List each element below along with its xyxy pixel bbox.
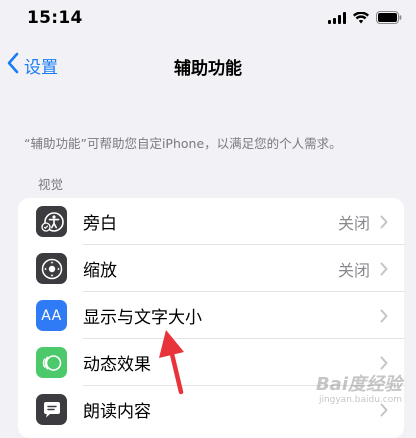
row-label: 旁白 — [83, 214, 117, 234]
row-label: 显示与文字大小 — [83, 308, 202, 328]
status-time: 15:14 — [27, 8, 83, 28]
chevron-right-icon — [380, 261, 388, 280]
row-value: 关闭 — [337, 213, 370, 233]
watermark-logo-text: Bai度经验 — [315, 374, 402, 395]
chevron-right-icon — [380, 308, 388, 327]
list-item-zoom[interactable]: 缩放 关闭 — [18, 245, 404, 292]
page-title: 辅助功能 — [174, 59, 242, 79]
status-bar: 15:14 — [0, 0, 416, 40]
cellular-signal-icon — [328, 11, 346, 24]
zoom-icon — [36, 253, 67, 284]
watermark: Bai度经验 jingyan.baidu.com — [316, 370, 402, 405]
battery-icon — [376, 11, 402, 24]
text-size-icon-glyph: AA — [41, 307, 62, 324]
speech-bubble-icon — [36, 394, 67, 425]
row-value: 关闭 — [337, 260, 370, 280]
section-header-vision: 视觉 — [38, 177, 64, 192]
list-item-display-text-size[interactable]: AA 显示与文字大小 — [18, 292, 404, 339]
page-description: “辅助功能”可帮助您自定iPhone，以满足您的个人需求。 — [24, 136, 342, 151]
navigation-bar: 设置 辅助功能 — [0, 44, 416, 88]
wifi-icon — [353, 11, 369, 24]
status-icons — [328, 11, 402, 24]
chevron-right-icon — [380, 214, 388, 233]
text-size-icon: AA — [36, 300, 67, 331]
accessibility-voiceover-icon — [36, 206, 67, 237]
row-label: 动态效果 — [83, 355, 151, 375]
row-label: 缩放 — [83, 261, 117, 281]
watermark-url: jingyan.baidu.com — [318, 395, 402, 405]
row-label: 朗读内容 — [83, 402, 151, 422]
motion-icon — [36, 347, 67, 378]
list-item-voiceover[interactable]: 旁白 关闭 — [18, 198, 404, 245]
